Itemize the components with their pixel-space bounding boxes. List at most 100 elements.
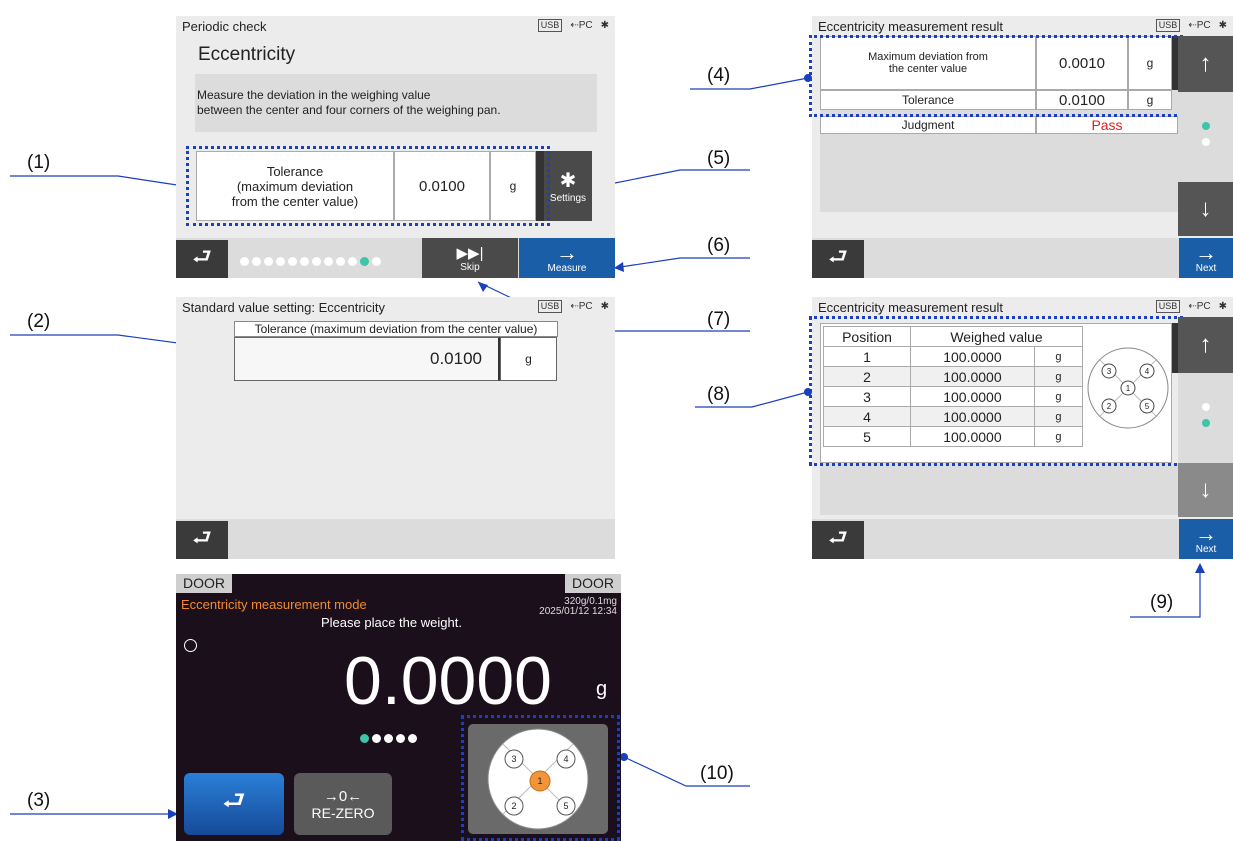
bottom-bar: ⮐ ▶▶| Skip → Measure [176,238,615,278]
description-line-2: between the center and four corners of t… [197,103,501,117]
back-button[interactable]: ⮐ [176,240,228,278]
bluetooth-icon: ✱ [600,20,609,31]
rezero-button[interactable]: →0← RE-ZERO [294,773,392,835]
field-label: Tolerance (maximum deviation from the ce… [234,321,558,337]
status-icons: USB ⇠PC ✱ [1155,300,1227,313]
datetime-label: 2025/01/12 12:34 [539,606,617,617]
screen-title: Standard value setting: Eccentricity [182,300,386,315]
description-line-1: Measure the deviation in the weighing va… [197,88,431,102]
back-arrow-icon: ⮐ [192,525,212,550]
progress-dot [384,734,393,743]
page-dot [276,257,285,266]
callout-9: (9) [1150,592,1174,613]
page-heading: Eccentricity [198,44,296,65]
scroll-up-button[interactable]: ↑ [1178,36,1233,92]
page-dot [1202,403,1210,411]
next-label: Next [1195,543,1217,555]
door-right-button[interactable]: DOOR [565,574,621,593]
empty-area [820,463,1178,515]
arrow-down-icon: ↓ [1199,195,1212,222]
page-dot [348,257,357,266]
door-left-button[interactable]: DOOR [176,574,232,593]
back-arrow-icon: ⮐ [222,785,246,815]
title-bar: Periodic check USB ⇠PC ✱ [176,16,615,36]
back-button[interactable]: ⮐ [176,521,228,559]
arrow-down-icon: ↓ [1199,476,1212,503]
page-dot [288,257,297,266]
scroll-down-button[interactable]: ↓ [1178,463,1233,517]
rezero-label: RE-ZERO [311,804,375,821]
weight-unit: g [596,678,608,700]
next-button[interactable]: → Next [1179,519,1233,559]
screen-title: Periodic check [182,19,267,34]
bottom-bar: ⮐ → Next [812,519,1233,559]
scroll-up-button[interactable]: ↑ [1178,317,1233,373]
page-dot-active [360,257,369,266]
pan-position-highlight [461,715,620,841]
prompt-text: Please place the weight. [321,615,462,630]
page-dot [336,257,345,266]
page-dot [312,257,321,266]
status-icons: USB ⇠PC ✱ [537,300,609,313]
page-dot [372,257,381,266]
settings-label: Settings [549,193,587,204]
arrow-up-icon: ↑ [1199,331,1212,358]
weight-reading: 0.0000 [344,643,552,719]
measurement-mode-screen: DOOR DOOR Eccentricity measurement mode … [176,574,621,841]
pc-icon: ⇠PC [1188,301,1211,312]
progress-dot [408,734,417,743]
page-dot [300,257,309,266]
bluetooth-icon: ✱ [600,301,609,312]
measure-label: Measure [547,262,587,274]
page-dot-active [1202,122,1210,130]
back-arrow-icon: ⮐ [192,244,212,269]
progress-dot [372,734,381,743]
back-button[interactable]: ⮐ [184,773,284,835]
callout-5: (5) [707,148,731,169]
stable-indicator-icon [184,639,197,652]
judgment-label: Judgment [820,116,1036,134]
weighed-values-highlight [809,316,1183,466]
status-icons: USB ⇠PC ✱ [537,19,609,32]
arrow-right-icon: → [1195,520,1217,546]
tolerance-input[interactable]: 0.0100 [234,337,500,381]
callout-4: (4) [707,65,731,86]
page-indicator [240,253,384,271]
result-values-screen: Eccentricity measurement result USB ⇠PC … [809,297,1233,559]
scroll-down-button[interactable]: ↓ [1178,182,1233,236]
page-dot [252,257,261,266]
back-arrow-icon: ⮐ [828,244,848,269]
tolerance-highlight [186,146,550,226]
result-highlight [809,35,1183,117]
callout-6: (6) [707,235,731,256]
next-button[interactable]: → Next [1179,238,1233,278]
standard-value-screen: Standard value setting: Eccentricity USB… [176,297,615,559]
skip-label: Skip [460,261,480,273]
callout-10: (10) [700,763,734,784]
status-icons: USB ⇠PC ✱ [1155,19,1227,32]
mode-label: Eccentricity measurement mode [181,597,367,612]
title-bar: Standard value setting: Eccentricity USB… [176,297,615,317]
bottom-bar: ⮐ → Next [812,238,1233,278]
arrow-up-icon: ↑ [1199,50,1212,77]
periodic-check-screen: Periodic check USB ⇠PC ✱ Eccentricity Me… [176,16,615,278]
page-dot-active [1202,419,1210,427]
bluetooth-icon: ✱ [1218,301,1227,312]
pc-icon: ⇠PC [570,301,593,312]
rezero-icon: →0← [323,787,363,805]
callout-1: (1) [27,152,51,173]
measure-button[interactable]: → Measure [519,238,615,278]
settings-button[interactable]: ✱ Settings [544,151,592,221]
bottom-bar: ⮐ [176,519,615,559]
usb-icon: USB [1155,300,1181,313]
progress-dot [396,734,405,743]
scroll-track [1178,373,1233,463]
back-button[interactable]: ⮐ [812,240,864,278]
skip-button[interactable]: ▶▶| Skip [422,238,518,278]
description-box: Measure the deviation in the weighing va… [195,74,597,132]
back-button[interactable]: ⮐ [812,521,864,559]
usb-icon: USB [537,300,563,313]
judgment-value: Pass [1036,116,1178,134]
callout-2: (2) [27,311,51,332]
usb-icon: USB [537,19,563,32]
